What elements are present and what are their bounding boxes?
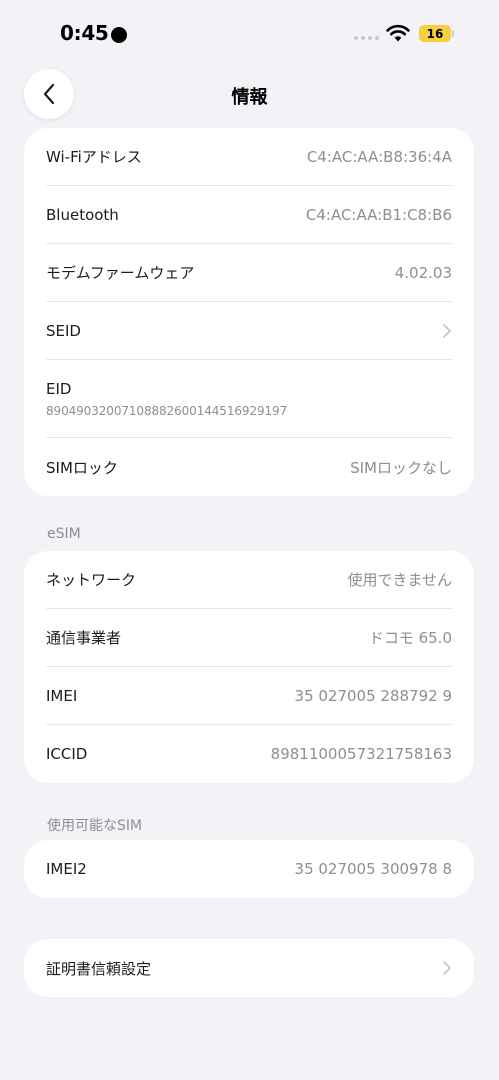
- row-value: C4:AC:AA:B1:C8:B6: [305, 205, 452, 224]
- row-value: 35 027005 288792 9: [294, 686, 452, 705]
- seid-row[interactable]: SEID: [46, 302, 452, 360]
- row-label: ICCID: [46, 745, 88, 763]
- available-sim-card: IMEI2 35 027005 300978 8: [24, 840, 474, 898]
- battery-level: 16: [426, 26, 444, 41]
- sim-lock-row[interactable]: SIMロック SIMロックなし: [46, 438, 452, 496]
- device-info-card: Wi-Fiアドレス C4:AC:AA:B8:36:4A Bluetooth C4…: [24, 128, 474, 496]
- eid-row[interactable]: EID 89049032007108882600144516929197: [46, 360, 452, 438]
- page-title: 情報: [231, 87, 268, 108]
- row-label: IMEI: [46, 686, 78, 705]
- row-label: 通信事業者: [46, 629, 122, 647]
- wifi-icon: [386, 24, 410, 42]
- row-value: 35 027005 300978 8: [294, 860, 452, 878]
- row-label: SEID: [46, 321, 81, 340]
- certificate-card: 証明書信頼設定: [24, 939, 474, 997]
- imei2-row[interactable]: IMEI2 35 027005 300978 8: [46, 840, 452, 898]
- bluetooth-row[interactable]: Bluetooth C4:AC:AA:B1:C8:B6: [46, 186, 452, 244]
- row-value: C4:AC:AA:B8:36:4A: [306, 147, 452, 166]
- wifi-address-row[interactable]: Wi-Fiアドレス C4:AC:AA:B8:36:4A: [46, 128, 452, 186]
- iccid-row[interactable]: ICCID 8981100057321758163: [46, 725, 452, 783]
- certificate-trust-settings-row[interactable]: 証明書信頼設定: [46, 939, 452, 997]
- available-sim-section-header: 使用可能なSIM: [47, 818, 143, 834]
- battery-cap: [452, 30, 454, 37]
- status-time: 0:45: [60, 21, 109, 45]
- modem-firmware-row[interactable]: モデムファームウェア 4.02.03: [46, 244, 452, 302]
- row-value: 使用できません: [347, 571, 452, 589]
- status-bar: 0:45 16: [0, 0, 499, 68]
- chevron-right-icon: [443, 323, 451, 338]
- chevron-right-icon: [443, 961, 451, 975]
- carrier-row[interactable]: 通信事業者 ドコモ 65.0: [46, 609, 452, 667]
- row-label: EID: [46, 379, 72, 398]
- cellular-signal-icon: [354, 36, 379, 40]
- row-value: ドコモ 65.0: [368, 629, 452, 647]
- row-value: 8981100057321758163: [270, 745, 452, 763]
- eid-value: 89049032007108882600144516929197: [46, 403, 288, 418]
- battery-icon: 16: [419, 25, 451, 42]
- row-label: 証明書信頼設定: [46, 959, 152, 978]
- row-label: IMEI2: [46, 860, 87, 878]
- row-label: ネットワーク: [46, 571, 137, 589]
- recording-dot-icon: [111, 27, 127, 43]
- row-label: モデムファームウェア: [46, 264, 195, 282]
- network-row[interactable]: ネットワーク 使用できません: [46, 551, 452, 609]
- row-value: 4.02.03: [394, 263, 452, 282]
- row-label: SIMロック: [46, 458, 118, 477]
- esim-card: ネットワーク 使用できません 通信事業者 ドコモ 65.0 IMEI 35 02…: [24, 551, 474, 783]
- esim-section-header: eSIM: [47, 526, 81, 542]
- row-label: Wi-Fiアドレス: [46, 148, 142, 166]
- row-value: SIMロックなし: [350, 458, 452, 477]
- imei-row[interactable]: IMEI 35 027005 288792 9: [46, 667, 452, 725]
- row-label: Bluetooth: [46, 205, 119, 224]
